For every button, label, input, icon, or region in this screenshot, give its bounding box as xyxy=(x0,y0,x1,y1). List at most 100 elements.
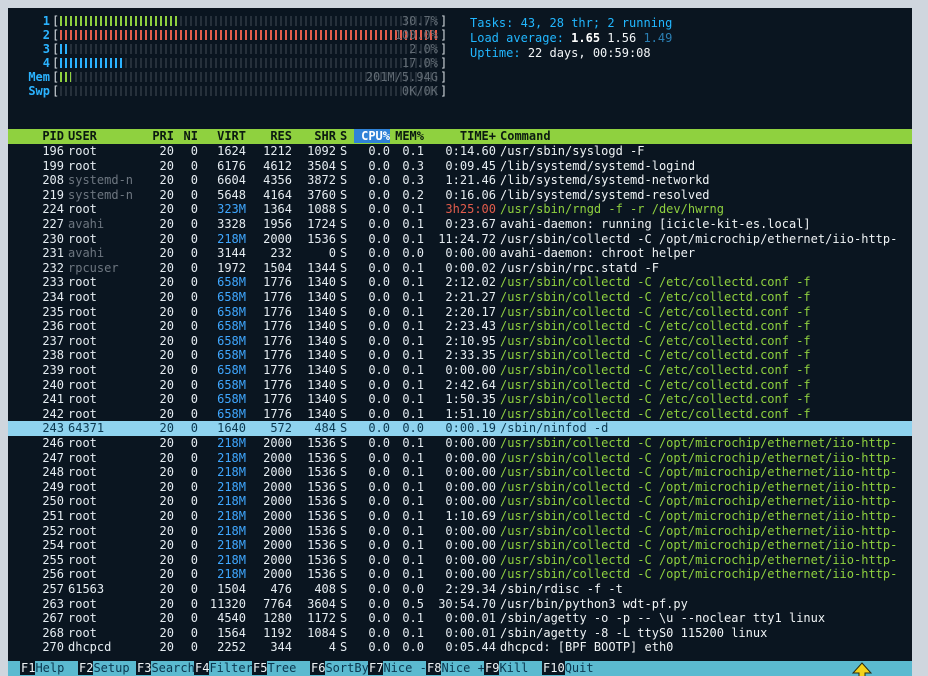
col-user[interactable]: USER xyxy=(68,129,148,143)
table-row[interactable]: 267 root 20 0 4540 1280 1172 S 0.0 0.1 0:00.01/sbi… xyxy=(8,611,912,626)
cell-cpu: 0.0 xyxy=(368,582,390,596)
cell-mem: 0.1 xyxy=(402,217,424,231)
meter-label: Mem xyxy=(28,70,50,84)
fkey-filter[interactable]: F4Filter xyxy=(194,661,253,676)
col-pri[interactable]: PRI xyxy=(146,129,174,143)
col-time[interactable]: TIME+ xyxy=(432,129,496,143)
col-command[interactable]: Command xyxy=(500,129,910,143)
cell-cpu: 0.0 xyxy=(368,319,390,334)
cell-ni: 0 xyxy=(190,290,198,304)
table-row[interactable]: 233 root 20 0 658M 1776 1340 S 0.0 0.1 2:12.02/usr… xyxy=(8,275,912,290)
table-row[interactable]: 254 root 20 0 218M 2000 1536 S 0.0 0.1 0:00.00/usr… xyxy=(8,538,912,553)
col-ni[interactable]: NI xyxy=(178,129,198,143)
table-row[interactable]: 224 root 20 0 323M 1364 1088 S 0.0 0.1 3h25:00/usr… xyxy=(8,202,912,217)
fkey-sortby[interactable]: F6SortBy xyxy=(310,661,369,676)
table-row[interactable]: 268 root 20 0 1564 1192 1084 S 0.0 0.1 0:00.01/sbi… xyxy=(8,626,912,641)
table-row[interactable]: 237 root 20 0 658M 1776 1340 S 0.0 0.1 2:10.95/usr… xyxy=(8,334,912,349)
cell-time: 1:21.46 xyxy=(445,173,496,188)
table-row[interactable]: 234 root 20 0 658M 1776 1340 S 0.0 0.1 2:21.27/usr… xyxy=(8,290,912,305)
table-row[interactable]: 196 root 20 0 1624 1212 1092 S 0.0 0.1 0:14.60/usr… xyxy=(8,144,912,159)
cell-cpu: 0.0 xyxy=(368,260,390,275)
cell-s: S xyxy=(340,596,348,611)
cell-mem: 0.1 xyxy=(402,625,424,640)
cell-ni: 0 xyxy=(190,450,198,465)
meter-label: 1 xyxy=(42,14,50,28)
fkey-nice[interactable]: F8Nice + xyxy=(426,661,485,676)
cell-shr: 1344 xyxy=(307,260,336,275)
table-row-selected[interactable]: 243 64371 20 0 1640 572 484 S 0.0 0.0 0:00.19/sbin… xyxy=(8,421,912,437)
col-res[interactable]: RES xyxy=(252,129,292,143)
table-row[interactable]: 231 avahi 20 0 3144 232 0 S 0.0 0.0 0:00.00 avahi-d… xyxy=(8,246,912,261)
table-row[interactable]: 252 root 20 0 218M 2000 1536 S 0.0 0.1 0:00.00/usr… xyxy=(8,524,912,539)
cell-res: 1212 xyxy=(263,144,292,158)
cell-user: root xyxy=(68,479,97,494)
cpu-memory-meters: 1[30.7%] 2[100.0%] 3[2.0%] 4[17.0%] Mem[201M… xyxy=(16,14,447,98)
table-row[interactable]: 240 root 20 0 658M 1776 1340 S 0.0 0.1 2:42.64/usr… xyxy=(8,378,912,393)
cell-res: 1192 xyxy=(263,625,292,640)
col-cpu[interactable]: CPU% xyxy=(354,129,390,143)
table-row[interactable]: 236 root 20 0 658M 1776 1340 S 0.0 0.1 2:23.43/usr… xyxy=(8,319,912,334)
col-shr[interactable]: SHR xyxy=(296,129,336,143)
cell-virt: 6604 xyxy=(217,173,246,188)
table-row[interactable]: 219 systemd-n 20 0 5648 4164 3760 S 0.0 0.2 0:16.0… xyxy=(8,188,912,203)
table-row[interactable]: 230 root 20 0 218M 2000 1536 S 0.0 0.1 11:24.72/us… xyxy=(8,232,912,247)
fkey-quit[interactable]: F10Quit xyxy=(542,661,594,676)
table-row[interactable]: 232 rpcuser 20 0 1972 1504 1344 S 0.0 0.1 0:00.02 /… xyxy=(8,261,912,276)
fkey-help[interactable]: F1Help xyxy=(20,661,64,676)
cell-mem: 0.3 xyxy=(402,158,424,173)
cell-virt: 6176 xyxy=(217,158,246,173)
cell-s: S xyxy=(340,290,348,304)
fkey-search[interactable]: F3Search xyxy=(136,661,195,676)
table-row[interactable]: 255 root 20 0 218M 2000 1536 S 0.0 0.1 0:00.00/usr… xyxy=(8,553,912,568)
col-state[interactable]: S xyxy=(340,129,352,143)
col-virt[interactable]: VIRT xyxy=(202,129,246,143)
tasks-line: Tasks: 43, 28 thr; 2 running xyxy=(470,16,900,31)
table-row[interactable]: 256 root 20 0 218M 2000 1536 S 0.0 0.1 0:00.00/usr… xyxy=(8,567,912,582)
cell-virt: 658M xyxy=(217,377,246,392)
col-pid[interactable]: PID xyxy=(12,129,64,143)
cell-ni: 0 xyxy=(190,596,198,611)
table-row[interactable]: 249 root 20 0 218M 2000 1536 S 0.0 0.1 0:00.00/usr… xyxy=(8,480,912,495)
cell-s: S xyxy=(340,494,348,509)
fkey-setup[interactable]: F2Setup xyxy=(78,661,130,676)
table-row[interactable]: 208 systemd-n 20 0 6604 4356 3872 S 0.0 0.3 1:21.4… xyxy=(8,173,912,188)
cell-mem: 0.0 xyxy=(402,421,424,436)
cell-res: 2000 xyxy=(263,552,292,567)
cell-ni: 0 xyxy=(190,479,198,494)
table-row[interactable]: 227 avahi 20 0 3328 1956 1724 S 0.0 0.1 0:23.67 ava… xyxy=(8,217,912,232)
table-row[interactable]: 235 root 20 0 658M 1776 1340 S 0.0 0.1 2:20.17/usr… xyxy=(8,305,912,320)
table-row[interactable]: 250 root 20 0 218M 2000 1536 S 0.0 0.1 0:00.00/usr… xyxy=(8,494,912,509)
table-row[interactable]: 270 dhcpcd 20 0 2252 344 4 S 0.0 0.0 0:05.44 dhcpcd… xyxy=(8,640,912,655)
cell-pri: 20 xyxy=(159,144,174,158)
fkey-nice[interactable]: F7Nice - xyxy=(368,661,427,676)
col-mem[interactable]: MEM% xyxy=(394,129,424,143)
table-row[interactable]: 246 root 20 0 218M 2000 1536 S 0.0 0.1 0:00.00/usr… xyxy=(8,436,912,451)
table-row[interactable]: 242 root 20 0 658M 1776 1340 S 0.0 0.1 1:51.10/usr… xyxy=(8,407,912,422)
cell-user: root xyxy=(68,465,97,480)
table-row[interactable]: 257 61563 20 0 1504 476 408 S 0.0 0.0 2:29.34/sbin… xyxy=(8,582,912,597)
table-row[interactable]: 199 root 20 0 6176 4612 3504 S 0.0 0.3 0:09.45/lib… xyxy=(8,159,912,174)
table-row[interactable]: 251 root 20 0 218M 2000 1536 S 0.0 0.1 1:10.69/usr… xyxy=(8,509,912,524)
table-row[interactable]: 263 root 20 0 11320 7764 3604 S 0.0 0.5 30:54.70/u… xyxy=(8,597,912,612)
fkey-kill[interactable]: F9Kill xyxy=(484,661,528,676)
cell-res: 7764 xyxy=(263,596,292,611)
cell-mem: 0.1 xyxy=(402,304,424,319)
table-row[interactable]: 239 root 20 0 658M 1776 1340 S 0.0 0.1 0:00.00/usr… xyxy=(8,363,912,378)
cell-pri: 20 xyxy=(159,406,174,421)
cell-cmd: avahi-daemon: chroot helper xyxy=(500,246,696,261)
table-row[interactable]: 241 root 20 0 658M 1776 1340 S 0.0 0.1 1:50.35/usr… xyxy=(8,392,912,407)
htop-terminal: 1[30.7%] 2[100.0%] 3[2.0%] 4[17.0%] Mem[201M… xyxy=(8,8,912,676)
cell-s: S xyxy=(340,625,348,640)
table-row[interactable]: 238 root 20 0 658M 1776 1340 S 0.0 0.1 2:33.35/usr… xyxy=(8,348,912,363)
cell-cpu: 0.0 xyxy=(368,567,390,582)
table-row[interactable]: 248 root 20 0 218M 2000 1536 S 0.0 0.1 0:00.00/usr… xyxy=(8,465,912,480)
cell-user: root xyxy=(68,290,97,304)
cell-virt: 323M xyxy=(217,202,246,217)
cell-shr: 1724 xyxy=(307,217,336,231)
table-row[interactable]: 247 root 20 0 218M 2000 1536 S 0.0 0.1 0:00.00/usr… xyxy=(8,451,912,466)
cell-mem: 0.1 xyxy=(402,392,424,407)
fkey-tree[interactable]: F5Tree xyxy=(252,661,296,676)
cell-pri: 20 xyxy=(159,450,174,465)
cell-pri: 20 xyxy=(159,509,174,523)
cell-cmd: /usr/sbin/collectd -C /etc/collectd.conf… xyxy=(500,304,811,319)
